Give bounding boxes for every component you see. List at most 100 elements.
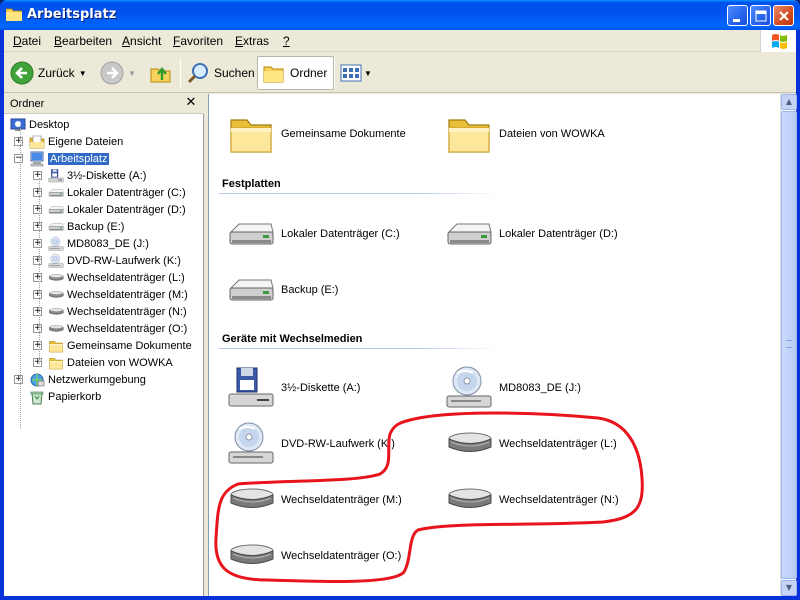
chevron-down-icon[interactable]: ▼ [364,69,372,78]
search-icon [187,63,208,84]
tree-item[interactable]: Dateien von WOWKA [48,354,173,371]
drive-tile[interactable]: Wechseldatenträger (L:) [445,418,645,470]
expand-icon[interactable]: + [14,137,23,146]
hard-drive-icon [48,185,64,201]
tree-item[interactable]: Lokaler Datenträger (C:) [48,184,186,201]
tree-item[interactable]: Wechseldatenträger (M:) [48,286,188,303]
window-title: Arbeitsplatz [27,7,117,22]
windows-flag-icon [772,34,787,49]
folder-up-icon [150,67,171,83]
tile-label: Wechseldatenträger (L:) [499,438,617,450]
removable-drive-icon [48,287,64,303]
tree-connector-line [39,178,40,364]
tree-item[interactable]: Backup (E:) [48,218,124,235]
forward-button[interactable]: ▼ [100,56,136,90]
expand-icon[interactable]: + [33,324,42,333]
tile-label: Wechseldatenträger (N:) [499,494,619,506]
floppy-drive-icon [48,168,64,184]
cd-drive-icon [48,236,64,252]
hard-drive-icon [445,210,495,258]
tree-item[interactable]: Gemeinsame Dokumente [48,337,192,354]
menu-ansicht[interactable]: Ansicht [122,34,161,48]
tree-item-label: Wechseldatenträger (M:) [67,288,188,301]
expand-icon[interactable]: + [33,358,42,367]
tile-label: Wechseldatenträger (M:) [281,494,402,506]
expand-icon[interactable]: + [33,307,42,316]
drive-tile[interactable]: Lokaler Datenträger (D:) [445,208,645,260]
tree-item[interactable]: DVD-RW-Laufwerk (K:) [48,252,181,269]
tree-item[interactable]: MD8083_DE (J:) [48,235,149,252]
expand-icon[interactable]: + [33,290,42,299]
chevron-down-icon[interactable]: ▼ [79,69,87,78]
drive-tile[interactable]: Backup (E:) [227,264,427,316]
tree-item[interactable]: Papierkorb [29,388,101,405]
expand-icon[interactable]: + [33,341,42,350]
scroll-down-button[interactable]: ▼ [781,580,797,596]
expand-icon[interactable]: + [33,205,42,214]
drive-tile[interactable]: 3½-Diskette (A:) [227,362,427,414]
title-bar[interactable]: Arbeitsplatz [0,0,800,30]
group-divider [219,348,499,349]
vertical-scrollbar[interactable]: ▲ ▼ [780,94,797,596]
menu-bar: Datei Bearbeiten Ansicht Favoriten Extra… [4,30,796,52]
tree-item[interactable]: Desktop [10,116,69,133]
tree-item[interactable]: 3½-Diskette (A:) [48,167,146,184]
drive-tile[interactable]: Dateien von WOWKA [445,108,645,160]
tree-item[interactable]: Arbeitsplatz [29,150,110,167]
menu-datei[interactable]: Datei [13,34,41,48]
drive-tile[interactable]: Wechseldatenträger (N:) [445,474,645,526]
expand-icon[interactable]: + [14,375,23,384]
close-button[interactable] [773,5,794,26]
folder-icon [6,8,22,21]
menu-bearbeiten[interactable]: Bearbeiten [54,34,112,48]
back-button[interactable]: Zurück ▼ [10,56,87,90]
minimize-button[interactable] [727,5,748,26]
forward-arrow-icon [100,61,124,85]
scroll-up-button[interactable]: ▲ [781,94,797,110]
drive-tile[interactable]: Wechseldatenträger (M:) [227,474,427,526]
tile-label: Lokaler Datenträger (D:) [499,228,618,240]
tree-item-label: MD8083_DE (J:) [67,237,149,250]
expand-icon[interactable]: + [33,256,42,265]
up-folder-button[interactable] [149,56,173,90]
expand-icon[interactable]: + [33,171,42,180]
tree-item[interactable]: Wechseldatenträger (L:) [48,269,185,286]
views-button[interactable]: ▼ [340,56,372,90]
collapse-icon[interactable]: − [14,154,23,163]
scroll-thumb[interactable] [781,111,797,579]
group-divider [219,193,499,194]
expand-icon[interactable]: + [33,188,42,197]
tree-item[interactable]: Eigene Dateien [29,133,123,150]
tree-item[interactable]: Lokaler Datenträger (D:) [48,201,186,218]
drive-tile[interactable]: DVD-RW-Laufwerk (K:) [227,418,427,470]
expand-icon[interactable]: + [33,222,42,231]
expand-icon[interactable]: + [33,273,42,282]
tile-label: Dateien von WOWKA [499,128,605,140]
menu-extras[interactable]: Extras [235,34,269,48]
tile-label: Gemeinsame Dokumente [281,128,406,140]
close-icon[interactable]: ✕ [184,95,198,110]
toolbar-separator [334,58,335,88]
drive-tile[interactable]: Gemeinsame Dokumente [227,108,427,160]
folder-tree-pane: Ordner ✕ Desktop + Eigene Dateien − Arbeitsp… [4,94,204,596]
tree-item[interactable]: Wechseldatenträger (O:) [48,320,187,337]
menu-favoriten[interactable]: Favoriten [173,34,223,48]
expand-icon[interactable]: + [33,239,42,248]
folders-button[interactable]: Ordner [257,56,335,90]
tree-item[interactable]: Wechseldatenträger (N:) [48,303,187,320]
maximize-button[interactable] [750,5,771,26]
network-icon [29,372,45,388]
tile-label: Lokaler Datenträger (C:) [281,228,400,240]
tree-item[interactable]: Netzwerkumgebung [29,371,146,388]
search-button[interactable]: Suchen [186,56,255,90]
drive-tile[interactable]: Wechseldatenträger (O:) [227,530,427,582]
drive-tile[interactable]: Lokaler Datenträger (C:) [227,208,427,260]
removable-drive-icon [48,321,64,337]
drive-tile[interactable]: MD8083_DE (J:) [445,362,645,414]
folder-pane-title: Ordner [10,98,45,110]
hard-drive-icon [227,266,277,314]
chevron-down-icon[interactable]: ▼ [128,69,136,78]
tree-connector-line [20,124,21,429]
explorer-window: Arbeitsplatz Datei Bearbeiten Ansicht Fa… [0,0,800,600]
menu-help[interactable]: ? [283,34,290,48]
